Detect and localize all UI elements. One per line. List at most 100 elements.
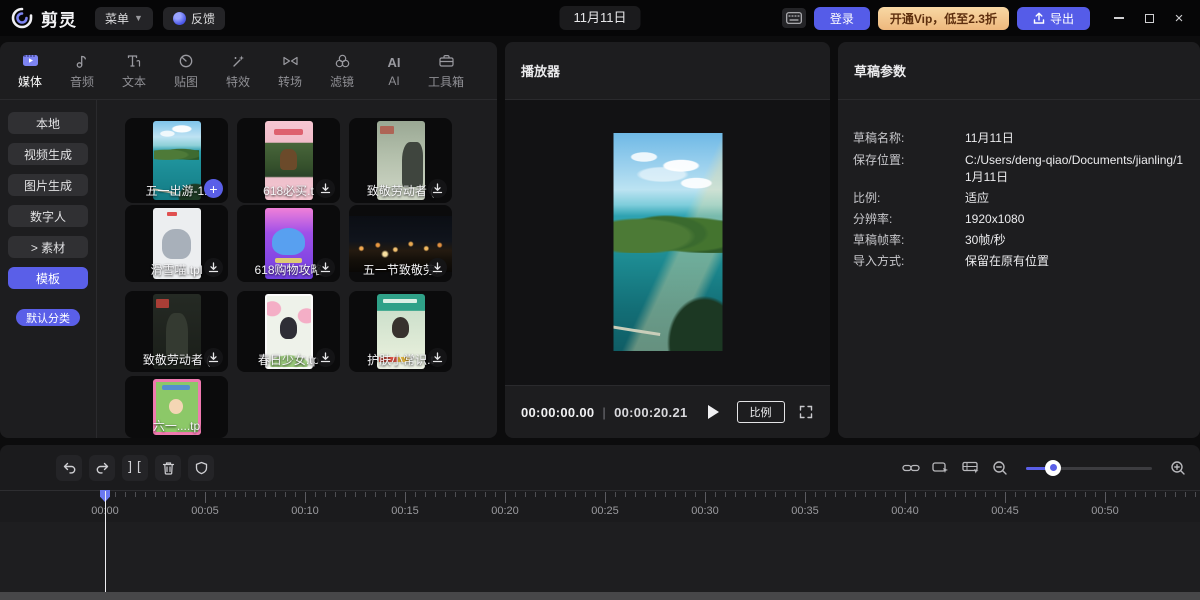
menu-button[interactable]: 菜单 ▼ xyxy=(95,7,153,30)
logo-icon xyxy=(10,6,34,30)
param-value[interactable]: 30帧/秒 xyxy=(965,232,1006,249)
sidebar-item-assets[interactable]: > 素材 xyxy=(8,236,88,258)
tab-text[interactable]: 文本 xyxy=(108,52,160,90)
sidebar-item-video-gen[interactable]: 视频生成 xyxy=(8,143,88,165)
template-item[interactable]: 致敬劳动者 ( xyxy=(349,118,452,203)
ribbon-tabs: 媒体 音频 文本 贴图 xyxy=(0,42,497,100)
ruler-tick xyxy=(805,492,806,503)
ruler-tick xyxy=(1045,492,1046,497)
ruler-tick xyxy=(165,492,166,497)
tab-effects[interactable]: 特效 xyxy=(212,52,264,90)
video-preview[interactable] xyxy=(613,133,722,351)
minimize-button[interactable] xyxy=(1106,5,1132,31)
tab-media[interactable]: 媒体 xyxy=(4,52,56,90)
slider-thumb[interactable] xyxy=(1045,460,1061,476)
magnet-snap-button[interactable] xyxy=(932,460,950,475)
ruler-tick xyxy=(1015,492,1016,497)
export-button[interactable]: 导出 xyxy=(1017,7,1090,30)
login-label: 登录 xyxy=(830,10,854,27)
ruler-tick xyxy=(225,492,226,497)
maximize-button[interactable] xyxy=(1136,5,1162,31)
undo-button[interactable] xyxy=(56,455,82,481)
ruler-tick xyxy=(875,492,876,497)
download-button[interactable] xyxy=(428,348,447,367)
shortcut-keyboard-button[interactable] xyxy=(782,8,806,28)
download-button[interactable] xyxy=(316,179,335,198)
tab-audio[interactable]: 音频 xyxy=(56,52,108,90)
ruler-tick xyxy=(525,492,526,497)
shield-button[interactable] xyxy=(188,455,214,481)
sidebar-item-digital-human[interactable]: 数字人 xyxy=(8,205,88,227)
ratio-button[interactable]: 比例 xyxy=(737,401,785,423)
template-item[interactable]: 618必买.t xyxy=(237,118,340,203)
play-button[interactable] xyxy=(708,405,719,419)
tab-transition[interactable]: 转场 xyxy=(264,52,316,90)
ruler-tick xyxy=(485,492,486,497)
timeline-scrollbar[interactable] xyxy=(0,592,1200,600)
ruler-tick xyxy=(385,492,386,497)
ruler-tick xyxy=(245,492,246,497)
add-to-track-button[interactable]: + xyxy=(204,179,223,198)
tab-filter[interactable]: 滤镜 xyxy=(316,52,368,90)
tab-sticker[interactable]: 贴图 xyxy=(160,52,212,90)
chevron-down-icon: ▼ xyxy=(134,13,143,23)
template-item[interactable]: 618购物攻略 xyxy=(237,205,340,282)
template-item[interactable]: 六一....tp xyxy=(125,376,228,438)
ruler-tick xyxy=(255,492,256,497)
download-button[interactable] xyxy=(204,348,223,367)
ruler-tick xyxy=(575,492,576,497)
param-value[interactable]: 1920x1080 xyxy=(965,211,1024,228)
player-viewport[interactable] xyxy=(505,100,830,385)
app-logo: 剪灵 xyxy=(10,6,77,31)
default-category-tag[interactable]: 默认分类 xyxy=(16,309,80,326)
link-toggle-button[interactable] xyxy=(902,461,920,475)
delete-button[interactable] xyxy=(155,455,181,481)
redo-button[interactable] xyxy=(89,455,115,481)
draft-params-header: 草稿参数 xyxy=(838,42,1200,100)
template-item[interactable]: 春日少女.tp xyxy=(237,291,340,372)
download-icon xyxy=(320,183,331,194)
ruler-tick xyxy=(965,492,966,497)
download-button[interactable] xyxy=(316,258,335,277)
ruler-tick xyxy=(835,492,836,497)
tab-ai[interactable]: AI AI xyxy=(368,53,420,88)
download-button[interactable] xyxy=(204,258,223,277)
ruler-tick xyxy=(345,492,346,497)
login-button[interactable]: 登录 xyxy=(814,7,870,30)
zoom-out-button[interactable] xyxy=(992,460,1008,476)
preview-axis-button[interactable] xyxy=(962,460,980,475)
template-item[interactable]: 护肤小常识.t xyxy=(349,291,452,372)
sidebar-item-image-gen[interactable]: 图片生成 xyxy=(8,174,88,196)
split-button[interactable]: ][ xyxy=(122,455,148,481)
template-item[interactable]: 致敬劳动者 ( xyxy=(125,291,228,372)
ruler-tick xyxy=(285,492,286,497)
tab-toolbox[interactable]: 工具箱 xyxy=(420,52,472,90)
redo-icon xyxy=(95,461,110,475)
template-item[interactable]: 五一出游-1. + xyxy=(125,118,228,203)
param-value[interactable]: 适应 xyxy=(965,190,989,207)
vip-label: 开通Vip，低至2.3折 xyxy=(890,10,997,27)
download-icon xyxy=(208,262,219,273)
sidebar-item-templates[interactable]: 模板 xyxy=(8,267,88,289)
param-label: 导入方式: xyxy=(853,253,965,270)
fullscreen-icon xyxy=(799,405,813,419)
download-button[interactable] xyxy=(428,258,447,277)
sidebar-item-local[interactable]: 本地 xyxy=(8,112,88,134)
template-item[interactable]: 五一节致敬劳. xyxy=(349,205,452,282)
download-button[interactable] xyxy=(316,348,335,367)
close-button[interactable]: × xyxy=(1166,5,1192,31)
timeline-tracks[interactable] xyxy=(0,522,1200,592)
fullscreen-button[interactable] xyxy=(799,405,813,419)
time-separator: | xyxy=(602,405,606,420)
timeline-zoom-slider[interactable] xyxy=(1026,460,1152,476)
template-label: 六一....tp xyxy=(125,417,228,434)
template-item[interactable]: 滑雪喵.tpl xyxy=(125,205,228,282)
ruler-tick xyxy=(895,492,896,497)
feedback-button[interactable]: 反馈 xyxy=(163,7,225,30)
ruler-tick xyxy=(495,492,496,497)
download-button[interactable] xyxy=(428,179,447,198)
param-value[interactable]: 保留在原有位置 xyxy=(965,253,1049,270)
zoom-in-button[interactable] xyxy=(1170,460,1186,476)
vip-button[interactable]: 开通Vip，低至2.3折 xyxy=(878,7,1009,30)
timeline-ruler[interactable]: 00:0000:0500:1000:1500:2000:2500:3000:35… xyxy=(0,490,1200,522)
